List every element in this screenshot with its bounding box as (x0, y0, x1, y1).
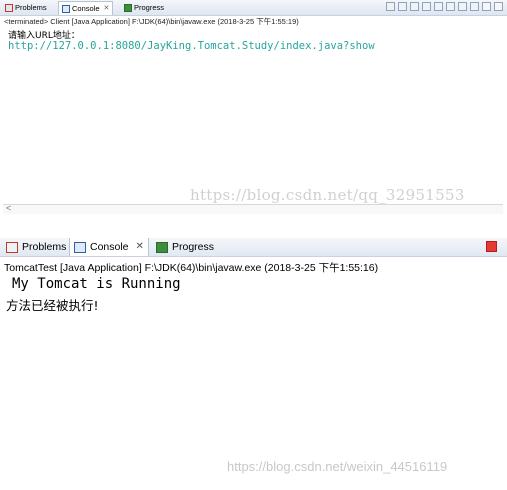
minimize-icon[interactable] (482, 2, 491, 11)
console-output-line: My Tomcat is Running (12, 276, 181, 292)
tab-label: Progress (172, 241, 215, 253)
terminate-icon[interactable] (386, 2, 395, 11)
tab-progress[interactable]: Progress (121, 1, 167, 15)
tab-console[interactable]: Console ✕ (69, 238, 149, 256)
problems-icon (5, 4, 13, 12)
horizontal-scrollbar[interactable]: < (3, 203, 503, 214)
close-icon[interactable]: ✕ (136, 238, 144, 256)
console-status: TomcatTest [Java Application] F:\JDK(64)… (4, 262, 379, 274)
console-toolbar (386, 2, 503, 11)
problems-icon (6, 241, 18, 253)
remove-all-icon[interactable] (410, 2, 419, 11)
terminate-icon[interactable] (486, 241, 497, 252)
display-console-icon[interactable] (458, 2, 467, 11)
console-status: <terminated> Client [Java Application] F… (4, 17, 299, 26)
tab-label: Problems (22, 241, 67, 253)
watermark-bottom: https://blog.csdn.net/weixin_44516119 (227, 459, 448, 474)
close-icon[interactable]: ✕ (104, 2, 110, 16)
pin-console-icon[interactable] (446, 2, 455, 11)
view-tab-bar: Problems Console ✕ Progress (0, 0, 507, 16)
remove-launch-icon[interactable] (398, 2, 407, 11)
console-output-line: 方法已经被执行! (6, 298, 99, 313)
console-icon (74, 241, 86, 253)
progress-icon (156, 241, 168, 253)
tab-label: Console (72, 3, 100, 13)
maximize-icon[interactable] (494, 2, 503, 11)
console-icon (62, 4, 70, 13)
console-url-line[interactable]: http://127.0.0.1:8080/JayKing.Tomcat.Stu… (8, 40, 375, 52)
progress-icon (124, 4, 132, 12)
clear-console-icon[interactable] (422, 2, 431, 11)
tab-console[interactable]: Console ✕ (58, 1, 114, 16)
client-console-view: Problems Console ✕ Progress <terminated>… (0, 0, 507, 216)
tomcat-console-view: Problems Console ✕ Progress TomcatTest [… (0, 238, 507, 490)
tab-label: Problems (15, 3, 47, 12)
watermark-top: https://blog.csdn.net/qq_32951553 (190, 186, 465, 204)
tab-label: Console (90, 241, 129, 253)
view-tab-bar: Problems Console ✕ Progress (0, 238, 507, 257)
tab-problems[interactable]: Problems (2, 1, 50, 15)
tab-progress[interactable]: Progress (152, 238, 218, 256)
scroll-left-icon[interactable]: < (6, 203, 11, 213)
tab-problems[interactable]: Problems (2, 238, 70, 256)
scroll-lock-icon[interactable] (434, 2, 443, 11)
tab-label: Progress (134, 3, 165, 12)
open-console-icon[interactable] (470, 2, 479, 11)
